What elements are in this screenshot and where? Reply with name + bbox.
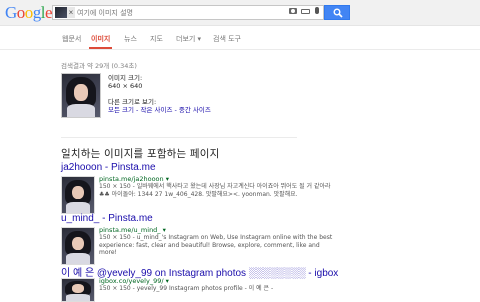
result-title[interactable]: u_mind_ - Pinsta.me <box>61 213 153 224</box>
matching-pages-heading: 일치하는 이미지를 포함하는 페이지 <box>61 148 220 160</box>
result-title[interactable]: ja2hooon - Pinsta.me <box>61 162 156 173</box>
header-divider <box>0 49 480 50</box>
query-image-thumbnail[interactable] <box>55 7 67 18</box>
keyboard-icon[interactable] <box>301 9 310 14</box>
camera-icon[interactable] <box>289 8 297 14</box>
top-bar: Google × <box>0 0 480 26</box>
tab-news[interactable]: 뉴스 <box>124 34 137 44</box>
logo-letter: o <box>16 3 26 22</box>
logo-letter: g <box>32 3 42 22</box>
logo-letter: e <box>45 3 53 22</box>
result-stats: 검색결과 약 29개 (0.34초) <box>61 62 137 70</box>
search-button[interactable] <box>324 5 350 20</box>
search-icon <box>333 8 343 18</box>
result-description: 150 × 150 - 일바웨에서 핵사타고 왔는데 사장님 자고계신다 아이죠… <box>99 183 331 198</box>
image-info: 이미지 크기: 640 × 640 다른 크기로 보기: 모든 크기 - 작은 … <box>108 74 211 114</box>
tab-more[interactable]: 더보기 ▾ <box>176 34 201 44</box>
tab-web[interactable]: 웹문서 <box>62 34 81 44</box>
result-description: 150 × 150 - u_mind_'s Instagram on Web, … <box>99 234 333 256</box>
image-size-label: 이미지 크기: <box>108 74 143 82</box>
other-sizes-links[interactable]: 모든 크기 - 작은 사이즈 - 중간 사이즈 <box>108 106 211 114</box>
result-url[interactable]: igbox.co/yevely_99/ ▾ <box>99 277 169 285</box>
result-url[interactable]: pinsta.me/ja2hooon ▾ <box>99 175 169 183</box>
search-box[interactable]: × <box>52 5 324 20</box>
tab-search-tools[interactable]: 검색 도구 <box>213 34 241 44</box>
result-thumbnail[interactable] <box>61 176 95 214</box>
google-logo[interactable]: Google <box>5 3 53 23</box>
search-input[interactable] <box>77 6 277 19</box>
tab-images[interactable]: 이미지 <box>91 34 110 44</box>
section-divider <box>61 137 297 138</box>
query-image[interactable] <box>61 73 101 118</box>
tab-maps[interactable]: 지도 <box>150 34 163 44</box>
logo-letter: G <box>5 3 17 22</box>
logo-letter: o <box>24 3 34 22</box>
result-thumbnail[interactable] <box>61 227 95 265</box>
result-description: 150 × 150 - yevely_99 Instagram photos p… <box>99 285 274 292</box>
microphone-icon[interactable] <box>315 7 319 14</box>
result-thumbnail[interactable] <box>61 278 95 302</box>
other-sizes-label: 다른 크기로 보기: <box>108 98 157 106</box>
remove-image-icon[interactable]: × <box>67 7 75 18</box>
image-size-value: 640 × 640 <box>108 82 143 90</box>
result-url[interactable]: pinsta.me/u_mind_ ▾ <box>99 226 166 234</box>
